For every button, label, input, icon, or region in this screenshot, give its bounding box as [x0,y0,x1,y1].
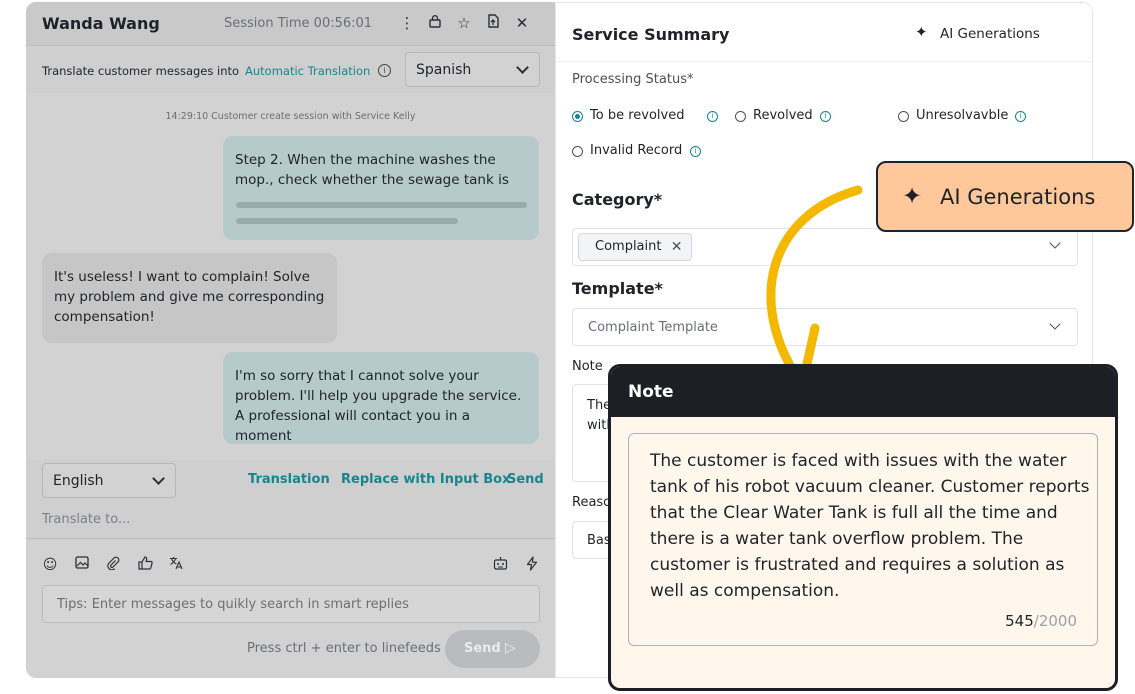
note-text: The customer is faced with issues with t… [650,451,1090,601]
translate-to-placeholder[interactable]: Translate to... [42,512,130,527]
chevron-down-icon [516,61,529,74]
input-language-value: English [53,473,104,489]
input-language-select[interactable]: English [42,463,176,498]
chat-header: Wanda Wang Session Time 00:56:01 ⋮ ☆ ✕ [26,2,555,46]
category-tag: Complaint ✕ [578,233,693,261]
radio-checked-icon [572,111,583,122]
message-text: It's useless! I want to complain! Solve … [54,269,325,325]
system-message: 14:29:10 Customer create session with Se… [165,111,416,122]
flash-icon[interactable] [523,556,541,574]
chevron-down-icon [152,472,165,485]
close-icon[interactable]: ✕ [513,14,531,32]
note-text-area[interactable]: The customer is faced with issues with t… [628,433,1098,646]
translate-icon[interactable] [167,556,185,574]
radio-icon [898,111,909,122]
lock-icon[interactable] [426,14,444,32]
radio-icon [572,146,583,157]
smart-reply-placeholder: Tips: Enter messages to quikly search in… [57,597,409,612]
thumbs-up-icon[interactable] [136,556,154,574]
more-icon[interactable]: ⋮ [398,14,416,32]
emoji-icon[interactable]: ☺ [41,556,59,574]
status-label: To be revolved [590,108,685,123]
note-card-header: Note [611,367,1115,417]
status-label: Invalid Record [590,143,683,158]
service-summary-title: Service Summary [572,25,730,44]
ai-generations-callout-label: AI Generations [940,185,1096,209]
agent-name: Wanda Wang [42,14,160,33]
customer-message: It's useless! I want to complain! Solve … [42,253,337,343]
character-max: /2000 [1033,612,1077,630]
send-icon: ▷ [505,640,516,656]
sparkle-icon: ✦ [915,23,928,41]
target-language-select[interactable]: Spanish [405,52,540,87]
send-button[interactable]: Send ▷ [445,630,540,668]
info-icon[interactable]: i [820,111,831,122]
divider [556,61,1092,62]
template-select[interactable]: Complaint Template [572,308,1078,346]
info-icon[interactable]: i [378,64,391,77]
agent-message: I'm so sorry that I cannot solve your pr… [223,352,539,444]
processing-status-label: Processing Status* [572,72,694,87]
chat-panel: Wanda Wang Session Time 00:56:01 ⋮ ☆ ✕ T… [26,2,555,678]
linefeed-hint: Press ctrl + enter to linefeeds [247,641,441,656]
note-card-title: Note [628,382,674,402]
character-count: 545 [1005,612,1034,630]
note-label: Note [572,359,603,374]
automatic-translation-link[interactable]: Automatic Translation [245,64,370,78]
status-label: Unresolvavble [916,108,1009,123]
session-time: Session Time 00:56:01 [224,16,373,31]
info-icon[interactable]: i [1015,111,1026,122]
chevron-down-icon [1049,237,1061,249]
export-icon[interactable] [484,14,502,32]
radio-icon [735,111,746,122]
replace-with-input-box-button[interactable]: Replace with Input Box [341,472,511,487]
info-icon[interactable]: i [707,111,718,122]
divider [26,538,555,539]
target-language-value: Spanish [416,62,472,78]
sparkle-icon: ✦ [902,182,923,210]
message-text: Step 2. When the machine washes the mop.… [235,152,509,188]
remove-tag-icon[interactable]: ✕ [671,234,683,260]
category-tag-label: Complaint [595,239,662,254]
agent-message: Step 2. When the machine washes the mop.… [223,136,539,240]
ai-generations-label: AI Generations [940,26,1040,42]
note-card: Note The customer is faced with issues w… [608,364,1118,691]
robot-icon[interactable] [491,556,509,574]
chevron-down-icon [1049,318,1061,330]
ai-generations-callout[interactable]: ✦ AI Generations [876,161,1134,232]
category-label: Category* [572,190,663,209]
status-label: Revolved [753,108,813,123]
category-select[interactable]: Complaint ✕ [572,228,1078,266]
send-translation-button[interactable]: Send [507,472,544,487]
translation-button[interactable]: Translation [248,472,330,487]
template-value: Complaint Template [588,320,718,335]
loading-line [236,202,527,208]
loading-line [236,218,458,224]
info-icon[interactable]: i [690,146,701,157]
translate-label: Translate customer messages into [42,64,240,78]
reason-label: Reaso [572,495,612,510]
attachment-icon[interactable] [104,556,122,574]
image-icon[interactable] [73,556,91,574]
character-counter: 545/2000 [1005,612,1077,630]
template-label: Template* [572,279,663,298]
send-button-label: Send [464,641,501,656]
message-text: I'm so sorry that I cannot solve your pr… [235,368,522,444]
star-icon[interactable]: ☆ [455,14,473,32]
smart-reply-search-input[interactable]: Tips: Enter messages to quikly search in… [42,585,540,623]
